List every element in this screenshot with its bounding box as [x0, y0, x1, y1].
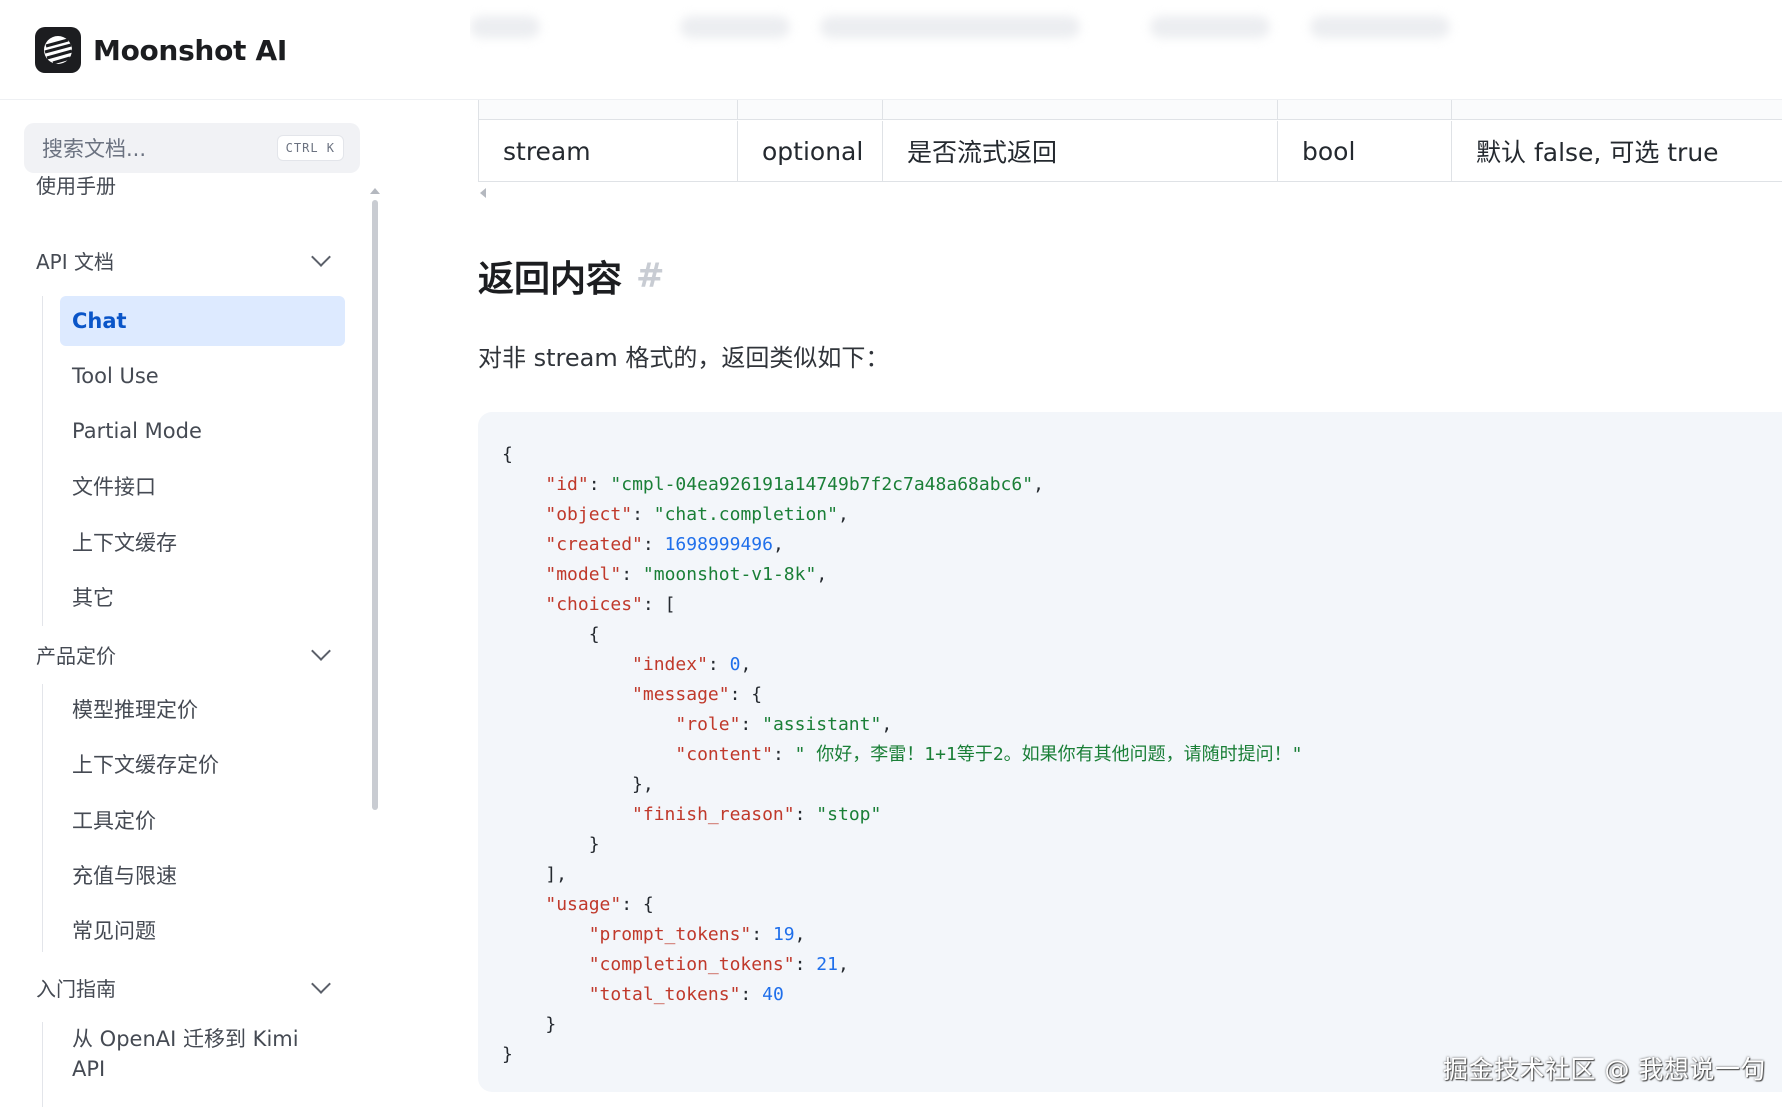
- table-border: [479, 181, 1782, 182]
- nav-section-pricing-header[interactable]: 产品定价: [36, 640, 336, 669]
- json-role-value: assistant: [772, 714, 871, 735]
- json-id-value: cmpl-04ea926191a14749b7f2c7a48a68abc6: [621, 474, 1023, 495]
- nav-section-manual-label[interactable]: 使用手册: [36, 170, 336, 199]
- scroll-left-arrow-icon[interactable]: [480, 188, 486, 198]
- code-line: {: [502, 444, 513, 465]
- sidebar-item-chat[interactable]: Chat: [60, 296, 345, 346]
- top-header: Moonshot AI: [0, 0, 1782, 100]
- section-heading: 返回内容 #: [478, 250, 665, 302]
- json-created-value: 1698999496: [664, 534, 773, 555]
- nav-section-label: API 文档: [36, 250, 114, 274]
- code-line: "created": 1698999496,: [545, 534, 784, 555]
- sidebar-item-partial-mode[interactable]: Partial Mode: [60, 406, 345, 456]
- json-index-value: 0: [729, 654, 741, 675]
- sidebar-item-migrate-openai[interactable]: 从 OpenAI 迁移到 Kimi API: [60, 1024, 300, 1088]
- moonshot-logo-icon: [35, 27, 81, 73]
- code-line: {: [502, 624, 600, 645]
- chevron-down-icon: [311, 246, 331, 267]
- sidebar-item-cache-pricing[interactable]: 上下文缓存定价: [60, 739, 345, 789]
- code-line: "choices": [: [545, 594, 676, 615]
- watermark: 掘金技术社区 @ 我想说一句: [1443, 1055, 1766, 1084]
- sidebar-scrollbar[interactable]: [372, 200, 378, 810]
- code-line: "prompt_tokens": 19,: [588, 924, 806, 945]
- table-cell-description: 是否流式返回: [883, 121, 1278, 181]
- table-divider: [737, 100, 738, 120]
- table-cell-default: 默认 false, 可选 true: [1476, 138, 1719, 167]
- code-line: "index": 0,: [632, 654, 752, 675]
- table-cell-type: bool: [1278, 121, 1452, 181]
- search-input[interactable]: 搜索文档... CTRL K: [24, 123, 360, 173]
- sidebar-item-file-api[interactable]: 文件接口: [60, 461, 345, 511]
- table-cell-field: stream: [479, 121, 738, 181]
- section-description: 对非 stream 格式的，返回类似如下：: [478, 344, 890, 372]
- table-divider: [1277, 100, 1278, 120]
- sidebar-item-recharge-rate-limit[interactable]: 充值与限速: [60, 850, 345, 900]
- code-line: "completion_tokens": 21,: [588, 954, 849, 975]
- nav-section-label: 使用手册: [36, 174, 116, 198]
- sidebar-item-model-pricing[interactable]: 模型推理定价: [60, 684, 345, 734]
- table-divider: [882, 100, 883, 120]
- table-divider: [1451, 100, 1452, 120]
- json-prompt-tokens-value: 19: [772, 924, 795, 945]
- table-cell-required: optional: [738, 121, 883, 181]
- nav-group-line: [42, 1022, 43, 1107]
- logo-text: Moonshot AI: [93, 33, 288, 67]
- code-line: "role": "assistant",: [675, 714, 893, 735]
- chevron-down-icon: [311, 973, 331, 994]
- code-line: "content": " 你好，李雷！1+1等于2。如果你有其他问题，请随时提问…: [675, 744, 1303, 765]
- code-line: }: [502, 1014, 557, 1035]
- json-model-value: moonshot-v1-8k: [653, 564, 806, 585]
- main-content: stream optional 是否流式返回 bool 默认 false, 可选…: [478, 100, 1782, 1107]
- nav-group-line: [42, 684, 43, 952]
- sidebar-item-tool-use[interactable]: Tool Use: [60, 351, 345, 401]
- code-line: "message": {: [632, 684, 763, 705]
- chevron-down-icon: [311, 640, 331, 661]
- logo[interactable]: Moonshot AI: [35, 27, 287, 73]
- sidebar-item-faq[interactable]: 常见问题: [60, 905, 345, 955]
- code-line: "model": "moonshot-v1-8k",: [545, 564, 828, 585]
- code-line: }: [502, 834, 600, 855]
- sidebar-item-tool-pricing[interactable]: 工具定价: [60, 795, 345, 845]
- code-line: "object": "chat.completion",: [545, 504, 849, 525]
- code-line: "id": "cmpl-04ea926191a14749b7f2c7a48a68…: [545, 474, 1044, 495]
- scroll-up-arrow-icon[interactable]: [370, 188, 380, 194]
- table-row-partial: [479, 100, 1782, 120]
- search-placeholder: 搜索文档...: [42, 137, 147, 161]
- nav-group-line: [42, 296, 43, 626]
- blurred-header-nav: [470, 0, 1782, 100]
- json-object-value: chat.completion: [664, 504, 828, 525]
- search-shortcut-badge: CTRL K: [276, 135, 344, 161]
- anchor-link[interactable]: #: [636, 256, 665, 296]
- nav-section-api-docs-header[interactable]: API 文档: [36, 246, 336, 275]
- code-line: "usage": {: [545, 894, 654, 915]
- code-line: "total_tokens": 40: [588, 984, 784, 1005]
- nav-section-label: 产品定价: [36, 644, 116, 668]
- code-line: ],: [502, 864, 568, 885]
- sidebar-item-context-cache[interactable]: 上下文缓存: [60, 517, 345, 567]
- page-title: 返回内容: [478, 259, 623, 300]
- json-content-value: 你好，李雷！1+1等于2。如果你有其他问题，请随时提问！: [805, 744, 1292, 765]
- json-finish-reason-value: stop: [827, 804, 871, 825]
- json-completion-tokens-value: 21: [816, 954, 838, 975]
- nav-section-label: 入门指南: [36, 977, 116, 1001]
- params-table: stream optional 是否流式返回 bool 默认 false, 可选…: [478, 100, 1782, 182]
- code-line: "finish_reason": "stop": [632, 804, 882, 825]
- nav-section-getting-started-header[interactable]: 入门指南: [36, 973, 336, 1002]
- sidebar-item-other[interactable]: 其它: [60, 572, 345, 622]
- code-line: },: [502, 774, 654, 795]
- json-total-tokens-value: 40: [762, 984, 784, 1005]
- code-block[interactable]: { "id": "cmpl-04ea926191a14749b7f2c7a48a…: [478, 412, 1782, 1092]
